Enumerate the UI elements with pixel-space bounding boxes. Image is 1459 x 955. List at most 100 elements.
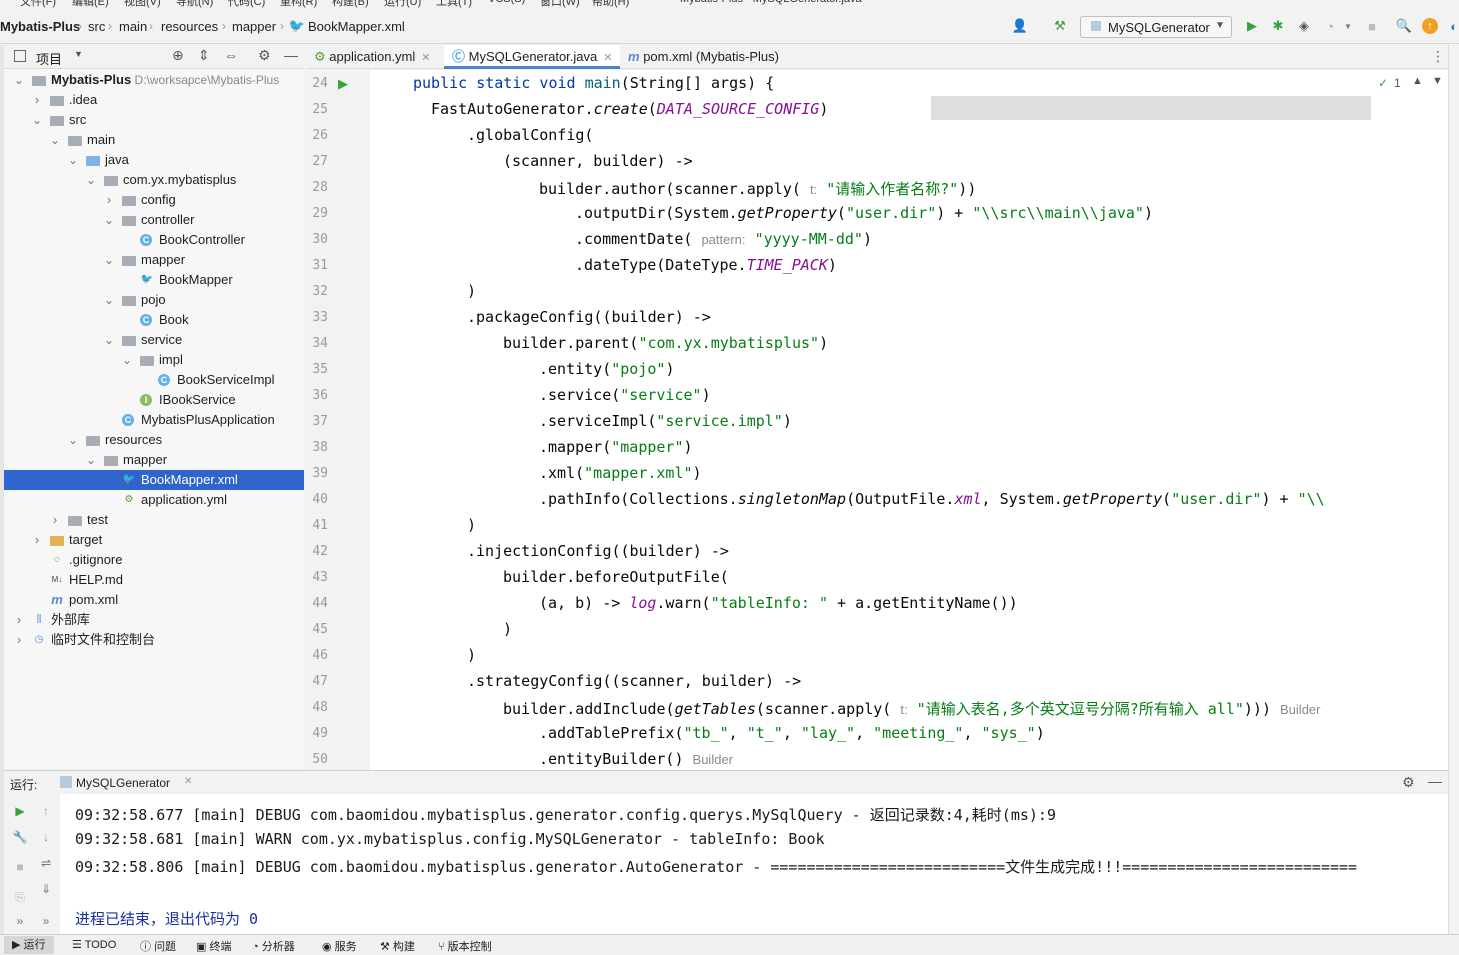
code-line[interactable]: .strategyConfig((scanner, builder) -> <box>467 672 801 690</box>
chevron-down-icon[interactable]: ⌄ <box>68 430 78 450</box>
tree-item[interactable]: ⌄ java <box>4 150 304 170</box>
breadcrumb-resources[interactable]: resources <box>161 19 218 34</box>
code-line[interactable]: .globalConfig( <box>467 126 593 144</box>
more-icon[interactable]: » <box>38 914 54 930</box>
tree-item[interactable]: ⌄ controller <box>4 210 304 230</box>
menu-item[interactable]: 构建(B) <box>332 0 369 8</box>
breadcrumb-file[interactable]: BookMapper.xml <box>308 19 405 34</box>
tree-item[interactable]: C MybatisPlusApplication <box>4 410 304 430</box>
restore-layout-icon[interactable]: ⎘ <box>12 890 28 906</box>
chevron-down-icon[interactable]: ⌄ <box>32 110 42 130</box>
toolwindow-profiler[interactable]: ◔ 分析器 <box>252 938 295 954</box>
tree-item[interactable]: ⌄ main <box>4 130 304 150</box>
tree-item[interactable]: ⌄ pojo <box>4 290 304 310</box>
chevron-down-icon[interactable]: ⌄ <box>122 350 132 370</box>
locate-icon[interactable]: ⊕ <box>172 47 184 64</box>
console-output[interactable]: 09:32:58.677 [main] DEBUG com.baomidou.m… <box>60 794 1448 934</box>
code-line[interactable]: builder.addInclude(getTables(scanner.app… <box>503 698 1320 719</box>
breadcrumb-mapper[interactable]: mapper <box>232 19 276 34</box>
chevron-down-icon[interactable]: ⌄ <box>86 170 96 190</box>
tree-item[interactable]: › test <box>4 510 304 530</box>
tree-item[interactable]: C BookServiceImpl <box>4 370 304 390</box>
code-line[interactable]: public static void main(String[] args) { <box>413 74 774 92</box>
chevron-right-icon[interactable]: › <box>50 510 60 530</box>
code-line[interactable]: .entityBuilder() Builder <box>539 750 733 768</box>
menu-item[interactable]: 代码(C) <box>228 0 265 8</box>
soft-wrap-icon[interactable]: ⇌ <box>38 856 54 872</box>
chevron-right-icon[interactable]: › <box>32 530 42 550</box>
chevron-down-icon[interactable]: ⌄ <box>68 150 78 170</box>
arrow-down-icon[interactable]: ↓ <box>38 830 54 846</box>
code-line[interactable]: .xml("mapper.xml") <box>539 464 702 482</box>
menu-item[interactable]: VCS(S) <box>488 0 525 5</box>
breadcrumb-src[interactable]: src <box>88 19 105 34</box>
menu-item[interactable]: 工具(T) <box>436 0 472 8</box>
code-line[interactable]: builder.beforeOutputFile( <box>503 568 729 586</box>
profiler-icon[interactable]: ◔ <box>1322 18 1338 34</box>
tree-item[interactable]: › ◷ 临时文件和控制台 <box>4 630 304 650</box>
code-line[interactable]: .outputDir(System.getProperty("user.dir"… <box>575 204 1153 222</box>
more-icon[interactable]: » <box>12 914 28 930</box>
hide-panel-icon[interactable]: — <box>1428 773 1442 789</box>
toolwindow-vcs[interactable]: ⑂ 版本控制 <box>438 938 492 954</box>
tree-item[interactable]: ⌄ src <box>4 110 304 130</box>
code-line[interactable]: ) <box>467 516 476 534</box>
hide-panel-icon[interactable]: — <box>284 47 298 63</box>
coverage-icon[interactable]: ◈ <box>1296 18 1312 34</box>
code-line[interactable]: .serviceImpl("service.impl") <box>539 412 792 430</box>
collapse-all-icon[interactable]: ⇔ <box>224 47 238 63</box>
arrow-up-icon[interactable]: ↑ <box>38 804 54 820</box>
chevron-down-icon[interactable]: ⌄ <box>14 70 24 90</box>
run-gutter-icon[interactable]: ▶ <box>338 76 348 92</box>
gear-icon[interactable]: ⚙ <box>1402 774 1415 791</box>
tree-item[interactable]: › .idea <box>4 90 304 110</box>
chevron-right-icon[interactable]: › <box>104 190 114 210</box>
menu-item[interactable]: 窗口(W) <box>540 0 580 8</box>
chevron-down-icon[interactable]: ⌄ <box>104 210 114 230</box>
menu-item[interactable]: 导航(N) <box>176 0 213 8</box>
close-icon[interactable]: ✕ <box>603 52 612 64</box>
chevron-down-icon[interactable]: ▼ <box>1340 18 1356 34</box>
tree-item[interactable]: M↓ HELP.md <box>4 570 304 590</box>
menu-item[interactable]: 编辑(E) <box>72 0 109 8</box>
toolwindow-build[interactable]: ⚒ 构建 <box>380 938 415 954</box>
tree-item[interactable]: ⌄ service <box>4 330 304 350</box>
gear-icon[interactable]: ⚙ <box>258 47 271 64</box>
tree-item[interactable]: m pom.xml <box>4 590 304 610</box>
tree-item[interactable]: › target <box>4 530 304 550</box>
more-tabs-icon[interactable]: ⋮ <box>1431 48 1445 65</box>
code-line[interactable]: .injectionConfig((builder) -> <box>467 542 729 560</box>
code-line[interactable]: FastAutoGenerator.create(DATA_SOURCE_CON… <box>431 100 828 118</box>
tree-item[interactable]: ⌄ resources <box>4 430 304 450</box>
menu-item[interactable]: 视图(V) <box>124 0 161 8</box>
toolwindow-problems[interactable]: ⓘ 问题 <box>140 938 176 954</box>
project-panel-title[interactable]: 项目 <box>36 49 62 68</box>
tree-item[interactable]: › ⫼ 外部库 <box>4 610 304 630</box>
menu-item[interactable]: 帮助(H) <box>592 0 629 8</box>
chevron-down-icon[interactable]: ⌄ <box>86 450 96 470</box>
toolwindow-todo[interactable]: ☰ TODO <box>72 938 116 951</box>
chevron-up-icon[interactable]: ▲ <box>1412 75 1423 87</box>
tab-mysqlgenerator-java[interactable]: Ⓒ MySQLGenerator.java ✕ <box>444 45 621 69</box>
chevron-down-icon[interactable]: ⌄ <box>104 290 114 310</box>
toolwindow-terminal[interactable]: ▣ 终端 <box>196 938 231 954</box>
code-line[interactable]: .addTablePrefix("tb_", "t_", "lay_", "me… <box>539 724 1045 742</box>
tab-pom-xml[interactable]: m pom.xml (Mybatis-Plus) <box>628 45 779 69</box>
stop-icon[interactable]: ■ <box>12 860 28 876</box>
tab-application-yml[interactable]: ⚙ application.yml ✕ <box>314 45 431 69</box>
toolwindow-run[interactable]: ▶ 运行 <box>4 936 54 954</box>
code-line[interactable]: ) <box>503 620 512 638</box>
menu-item[interactable]: 运行(U) <box>384 0 421 8</box>
update-icon[interactable]: ↑ <box>1422 18 1438 34</box>
tree-item[interactable]: C BookController <box>4 230 304 250</box>
breadcrumb-project[interactable]: Mybatis-Plus <box>0 19 80 34</box>
tree-item[interactable]: C Book <box>4 310 304 330</box>
tree-item[interactable]: I IBookService <box>4 390 304 410</box>
run-tab-label[interactable]: MySQLGenerator <box>76 776 170 790</box>
code-line[interactable]: (a, b) -> log.warn("tableInfo: " + a.get… <box>539 594 1018 612</box>
chevron-right-icon[interactable]: › <box>32 90 42 110</box>
breadcrumb-main[interactable]: main <box>119 19 147 34</box>
menu-item[interactable]: 文件(F) <box>20 0 56 8</box>
run-configuration-select[interactable]: MySQLGenerator ▼ <box>1080 16 1232 38</box>
expand-all-icon[interactable]: ⇕ <box>198 47 210 64</box>
